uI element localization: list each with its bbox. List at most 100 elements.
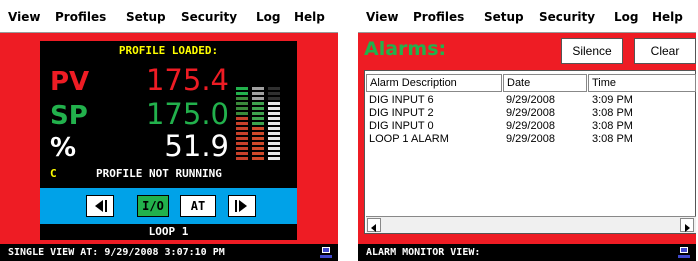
bargraph-segment	[236, 127, 248, 130]
network-icon	[320, 247, 332, 258]
bargraph-segment	[252, 157, 264, 160]
alarm-description: DIG INPUT 2	[369, 107, 434, 119]
alarm-date: 9/29/2008	[506, 107, 555, 119]
alarm-description: DIG INPUT 0	[369, 120, 434, 132]
menu-profiles[interactable]: Profiles	[413, 10, 464, 24]
bargraph-segment	[252, 97, 264, 100]
bargraph-segment	[252, 127, 264, 130]
pv-bargraph	[236, 87, 248, 161]
silence-button[interactable]: Silence	[561, 38, 623, 64]
menu-profiles[interactable]: Profiles	[55, 10, 106, 24]
bargraph-segment	[252, 107, 264, 110]
alarm-time: 3:08 PM	[592, 107, 633, 119]
bargraph-segment	[236, 117, 248, 120]
bargraph-segment	[268, 137, 280, 140]
alarm-time: 3:08 PM	[592, 120, 633, 132]
menu-help[interactable]: Help	[294, 10, 325, 24]
alarm-date: 9/29/2008	[506, 94, 555, 106]
alarm-date: 9/29/2008	[506, 133, 555, 145]
status-bar: ALARM MONITOR VIEW:	[358, 244, 696, 261]
bargraph-segment	[268, 112, 280, 115]
loop-label-box: LOOP 1	[40, 224, 297, 240]
units-label: C	[50, 167, 57, 180]
menu-security[interactable]: Security	[181, 10, 237, 24]
alarm-monitor-screen: View Profiles Setup Security Log Help Al…	[358, 0, 696, 261]
bargraph-segment	[268, 97, 280, 100]
bargraph-segment	[268, 142, 280, 145]
menu-security[interactable]: Security	[539, 10, 595, 24]
bargraph-segment	[252, 87, 264, 90]
alarm-description: LOOP 1 ALARM	[369, 133, 449, 145]
bargraph-segment	[268, 87, 280, 90]
menu-view[interactable]: View	[366, 10, 398, 24]
menu-setup[interactable]: Setup	[484, 10, 524, 24]
alarm-table: Alarm Description Date Time DIG INPUT 6 …	[364, 70, 696, 234]
bargraph-segment	[236, 132, 248, 135]
network-icon	[678, 247, 690, 258]
bargraph-segment	[252, 112, 264, 115]
status-text: ALARM MONITOR VIEW:	[366, 247, 481, 258]
bargraph-segment	[252, 132, 264, 135]
bargraph-segment	[252, 117, 264, 120]
bargraph-segment	[268, 117, 280, 120]
status-text: SINGLE VIEW AT: 9/29/2008 3:07:10 PM	[8, 247, 225, 258]
menu-bar: View Profiles Setup Security Log Help	[0, 0, 338, 33]
nav-bar: I/O AT	[40, 188, 297, 224]
pv-label: PV	[50, 67, 90, 97]
scroll-right-button[interactable]	[680, 218, 694, 232]
bargraph-segment	[236, 112, 248, 115]
output-bargraph	[268, 87, 280, 161]
sp-value: 175.0	[145, 97, 229, 131]
autotune-button[interactable]: AT	[180, 195, 216, 217]
menu-help[interactable]: Help	[652, 10, 683, 24]
table-row[interactable]: DIG INPUT 0 9/29/2008 3:08 PM	[365, 120, 695, 133]
sp-bargraph	[252, 87, 264, 161]
process-display: PROFILE LOADED: PV 175.4 SP 175.0 % 51.9…	[40, 41, 297, 188]
autotune-button-label: AT	[190, 199, 206, 213]
bargraph-segment	[252, 122, 264, 125]
next-loop-button[interactable]	[228, 195, 256, 217]
menu-view[interactable]: View	[8, 10, 40, 24]
bargraph-segment	[236, 97, 248, 100]
bargraph-segment	[268, 107, 280, 110]
bargraph-segment	[236, 147, 248, 150]
bargraph-segment	[252, 147, 264, 150]
sp-label: SP	[50, 101, 88, 131]
bargraph-segment	[252, 142, 264, 145]
alarm-time: 3:08 PM	[592, 133, 633, 145]
bargraph-segment	[236, 102, 248, 105]
column-header-time[interactable]: Time	[588, 74, 696, 92]
clear-button[interactable]: Clear	[634, 38, 696, 64]
bargraph-segment	[236, 137, 248, 140]
bargraph-segment	[236, 122, 248, 125]
menu-log[interactable]: Log	[256, 10, 280, 24]
profile-banner: PROFILE LOADED:	[118, 44, 219, 57]
bargraph-segment	[236, 87, 248, 90]
table-row[interactable]: DIG INPUT 2 9/29/2008 3:08 PM	[365, 107, 695, 120]
menu-bar: View Profiles Setup Security Log Help	[358, 0, 696, 33]
bargraph-segment	[268, 147, 280, 150]
bargraph-segment	[268, 92, 280, 95]
bargraph-segment	[252, 92, 264, 95]
alarm-date: 9/29/2008	[506, 120, 555, 132]
bargraph-segment	[268, 127, 280, 130]
bargraph-segment	[236, 92, 248, 95]
bargraph-segment	[252, 102, 264, 105]
menu-setup[interactable]: Setup	[126, 10, 166, 24]
bargraph-segment	[236, 157, 248, 160]
bargraph-segment	[236, 107, 248, 110]
scroll-right-icon	[685, 224, 690, 232]
io-button-label: I/O	[142, 199, 164, 213]
column-header-date[interactable]: Date	[503, 74, 587, 92]
output-label: %	[50, 133, 77, 163]
bargraph-segment	[268, 152, 280, 155]
bargraph-segment	[268, 102, 280, 105]
scroll-left-button[interactable]	[367, 218, 381, 232]
table-row[interactable]: LOOP 1 ALARM 9/29/2008 3:08 PM	[365, 133, 695, 146]
prev-loop-button[interactable]	[86, 195, 114, 217]
table-row[interactable]: DIG INPUT 6 9/29/2008 3:09 PM	[365, 94, 695, 107]
menu-log[interactable]: Log	[614, 10, 638, 24]
io-button[interactable]: I/O	[137, 195, 169, 217]
column-header-description[interactable]: Alarm Description	[366, 74, 502, 92]
horizontal-scrollbar[interactable]	[366, 216, 696, 233]
